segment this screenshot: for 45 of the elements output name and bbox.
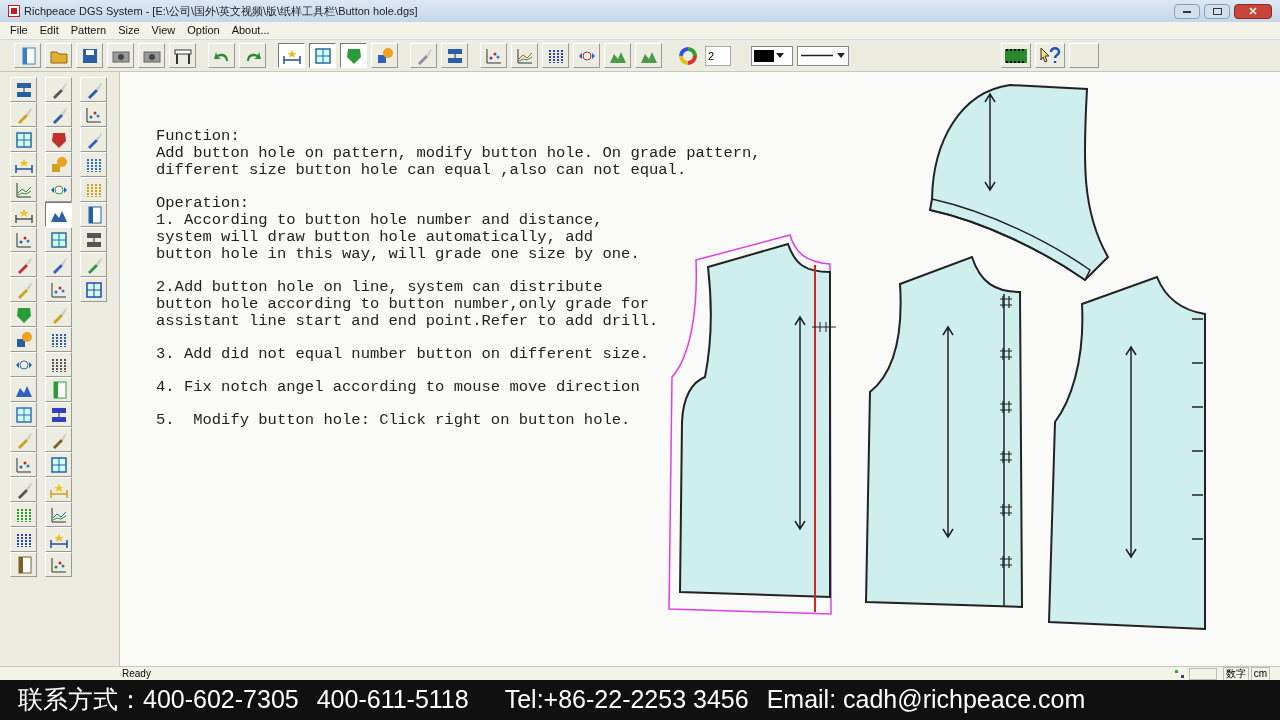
help-pointer-icon xyxy=(1039,45,1061,66)
menu-item[interactable]: File xyxy=(4,22,34,39)
rectangle-icon xyxy=(83,279,104,300)
rectangle-icon xyxy=(48,229,69,250)
contact-text: 400-611-5118 xyxy=(316,684,469,716)
instruction-paragraph: 3. Add did not equal number button on different size. xyxy=(156,346,649,363)
menu-item[interactable]: Size xyxy=(112,22,146,39)
close-button[interactable] xyxy=(1234,3,1272,19)
contact-text: Tel:+86-22-2253 3456 xyxy=(504,684,749,716)
film-icon xyxy=(1005,48,1027,63)
rectangle-icon xyxy=(48,454,69,475)
menu-item[interactable]: View xyxy=(145,22,182,39)
maximize-button[interactable] xyxy=(1204,3,1230,19)
rectangle-icon xyxy=(13,129,34,150)
grid-icon xyxy=(1174,669,1185,678)
line-style-dropdown[interactable] xyxy=(797,45,849,66)
menu-item[interactable]: Edit xyxy=(33,22,65,39)
menu-item[interactable]: About... xyxy=(225,22,276,39)
instruction-paragraph: 4. Fix notch angel according to mouse move direction xyxy=(156,379,640,396)
menu-item[interactable]: Option xyxy=(181,22,226,39)
line-width-field[interactable]: 2 xyxy=(705,45,731,66)
line-style-icon xyxy=(801,54,834,57)
instruction-paragraph: 2.Add button hole on line, system can distribute button hole according to button number,only grade for assistant line start and end point.Refer to add drill. xyxy=(156,279,659,330)
instruction-paragraph: 5. Modify button hole: Click right on button hole. xyxy=(156,412,631,429)
menu-item[interactable]: Pattern xyxy=(64,22,113,39)
status-message: Ready xyxy=(122,667,151,680)
app-icon xyxy=(8,5,20,17)
caret-icon xyxy=(776,53,784,58)
toolbar-button[interactable] xyxy=(45,202,72,227)
color-wheel-icon xyxy=(677,45,698,66)
instruction-paragraph: Operation: 1. According to button hole number and distance, system will draw button hole automatically, add button hole in this way, will grade one size by one. xyxy=(156,195,640,263)
window-title: Richpeace DGS System - [E:\公司\国外\英文视频\版\纸样工具栏\Button hole.dgs] xyxy=(24,3,418,19)
grid-icon xyxy=(312,45,333,66)
status-field xyxy=(1188,667,1217,680)
color-swatch xyxy=(754,49,774,62)
minimize-button[interactable] xyxy=(1174,3,1200,19)
contact-text: 联系方式：400-602-7305 xyxy=(18,684,299,716)
instruction-paragraph: Function: Add button hole on pattern, modify button hole. On grade pattern, different size button hole can equal ,also can not equal. xyxy=(156,128,761,179)
minimize-icon xyxy=(1183,9,1191,13)
restore-icon xyxy=(1212,7,1222,15)
rectangle-icon xyxy=(13,404,34,425)
contact-text: Email: cadh@richpeace.com xyxy=(766,684,1086,716)
caret-icon xyxy=(837,53,845,58)
close-icon xyxy=(1249,7,1257,15)
color-dropdown[interactable] xyxy=(751,45,793,66)
